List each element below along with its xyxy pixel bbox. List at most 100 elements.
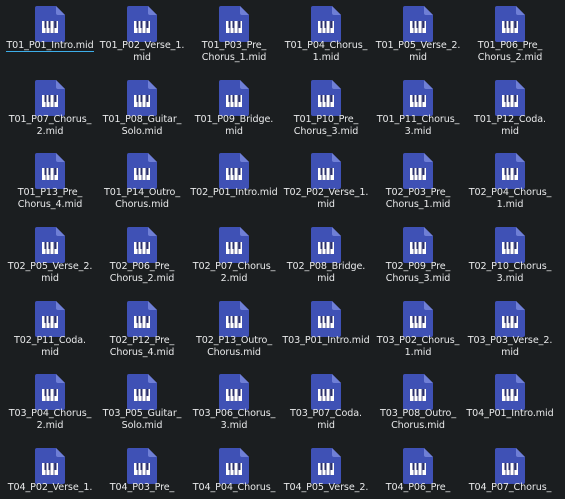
midi-file-icon <box>311 301 341 337</box>
file-name-label: T03_P05_Guitar_ Solo.mid <box>102 408 182 431</box>
midi-file-icon <box>311 374 341 410</box>
file-item[interactable]: T02_P01_Intro.mid <box>188 147 280 217</box>
file-name-label: T01_P01_Intro.mid <box>6 40 94 52</box>
file-name-label: T03_P02_Chorus_ 1.mid <box>376 335 460 358</box>
file-name-label: T02_P01_Intro.mid <box>190 187 278 198</box>
file-item[interactable]: T02_P11_Coda. mid <box>4 295 96 365</box>
file-name-label: T01_P07_Chorus_ 2.mid <box>8 114 92 137</box>
file-name-label: T04_P07_Chorus_ <box>468 482 552 493</box>
file-item[interactable]: T01_P03_Pre_ Chorus_1.mid <box>188 0 280 70</box>
midi-file-icon <box>311 6 341 42</box>
file-item[interactable]: T01_P04_Chorus_ 1.mid <box>280 0 372 70</box>
file-item[interactable]: T01_P09_Bridge. mid <box>188 74 280 144</box>
file-item[interactable]: T03_P05_Guitar_ Solo.mid <box>96 368 188 438</box>
file-item[interactable]: T02_P12_Pre_ Chorus_4.mid <box>96 295 188 365</box>
file-name-label: T02_P07_Chorus_ 2.mid <box>192 261 276 284</box>
file-name-label: T01_P05_Verse_2. mid <box>375 40 461 63</box>
file-item[interactable]: T04_P05_Verse_2. <box>280 442 372 499</box>
file-name-label: T01_P02_Verse_1. mid <box>99 40 185 63</box>
midi-file-icon <box>35 301 65 337</box>
file-item[interactable]: T01_P01_Intro.mid <box>4 0 96 70</box>
file-item[interactable]: T01_P02_Verse_1. mid <box>96 0 188 70</box>
midi-file-icon <box>127 80 157 116</box>
file-item[interactable]: T03_P06_Chorus_ 3.mid <box>188 368 280 438</box>
midi-file-icon <box>219 301 249 337</box>
file-item[interactable]: T02_P09_Pre_ Chorus_3.mid <box>372 221 464 291</box>
midi-file-icon <box>35 448 65 484</box>
file-item[interactable]: T01_P10_Pre_ Chorus_3.mid <box>280 74 372 144</box>
file-name-label: T02_P02_Verse_1. mid <box>283 187 369 210</box>
file-item[interactable]: T01_P06_Pre_ Chorus_2.mid <box>464 0 556 70</box>
file-name-label: T01_P09_Bridge. mid <box>194 114 274 137</box>
midi-file-icon <box>127 153 157 189</box>
midi-file-icon <box>311 153 341 189</box>
midi-file-icon <box>495 301 525 337</box>
midi-file-icon <box>219 80 249 116</box>
file-name-label: T02_P05_Verse_2. mid <box>7 261 93 284</box>
file-item[interactable]: T03_P07_Coda. mid <box>280 368 372 438</box>
file-name-label: T03_P07_Coda. mid <box>290 408 362 431</box>
midi-file-icon <box>495 448 525 484</box>
file-item[interactable]: T01_P08_Guitar_ Solo.mid <box>96 74 188 144</box>
midi-file-icon <box>403 227 433 263</box>
file-name-label: T01_P04_Chorus_ 1.mid <box>284 40 368 63</box>
file-name-label: T02_P04_Chorus_ 1.mid <box>468 187 552 210</box>
midi-file-icon <box>127 301 157 337</box>
file-item[interactable]: T04_P06_Pre_ <box>372 442 464 499</box>
midi-file-icon <box>311 227 341 263</box>
file-name-label: T04_P02_Verse_1. <box>7 482 93 493</box>
file-item[interactable]: T04_P03_Pre_ <box>96 442 188 499</box>
file-item[interactable]: T02_P04_Chorus_ 1.mid <box>464 147 556 217</box>
file-name-label: T03_P01_Intro.mid <box>282 335 370 346</box>
midi-file-icon <box>403 6 433 42</box>
file-name-label: T04_P05_Verse_2. <box>283 482 369 493</box>
file-item[interactable]: T02_P03_Pre_ Chorus_1.mid <box>372 147 464 217</box>
file-name-label: T04_P06_Pre_ <box>385 482 451 493</box>
file-item[interactable]: T04_P04_Chorus_ <box>188 442 280 499</box>
midi-file-icon <box>495 374 525 410</box>
file-item[interactable]: T03_P03_Verse_2. mid <box>464 295 556 365</box>
file-name-label: T02_P11_Coda. mid <box>14 335 86 358</box>
midi-file-icon <box>35 227 65 263</box>
midi-file-icon <box>35 153 65 189</box>
file-item[interactable]: T02_P05_Verse_2. mid <box>4 221 96 291</box>
file-name-label: T04_P04_Chorus_ <box>192 482 276 493</box>
file-name-label: T04_P01_Intro.mid <box>466 408 554 419</box>
file-name-label: T02_P08_Bridge. mid <box>286 261 366 284</box>
file-name-label: T01_P11_Chorus_ 3.mid <box>376 114 460 137</box>
file-item[interactable]: T01_P11_Chorus_ 3.mid <box>372 74 464 144</box>
file-item[interactable]: T01_P14_Outro_ Chorus.mid <box>96 147 188 217</box>
file-item[interactable]: T02_P13_Outro_ Chorus.mid <box>188 295 280 365</box>
midi-file-icon <box>311 80 341 116</box>
file-icon-grid: T01_P01_Intro.mid T01_P02_Verse_1. mid T01… <box>0 0 565 499</box>
file-item[interactable]: T01_P07_Chorus_ 2.mid <box>4 74 96 144</box>
file-item[interactable]: T02_P02_Verse_1. mid <box>280 147 372 217</box>
file-item[interactable]: T03_P04_Chorus_ 2.mid <box>4 368 96 438</box>
file-item[interactable]: T04_P01_Intro.mid <box>464 368 556 438</box>
file-name-label: T01_P12_Coda. mid <box>474 114 546 137</box>
file-item[interactable]: T02_P06_Pre_ Chorus_2.mid <box>96 221 188 291</box>
file-item[interactable]: T01_P05_Verse_2. mid <box>372 0 464 70</box>
file-item[interactable]: T01_P12_Coda. mid <box>464 74 556 144</box>
file-item[interactable]: T04_P07_Chorus_ <box>464 442 556 499</box>
file-item[interactable]: T03_P02_Chorus_ 1.mid <box>372 295 464 365</box>
file-name-label: T03_P03_Verse_2. mid <box>467 335 553 358</box>
file-item[interactable]: T04_P02_Verse_1. <box>4 442 96 499</box>
midi-file-icon <box>219 153 249 189</box>
midi-file-icon <box>495 153 525 189</box>
file-name-label: T01_P08_Guitar_ Solo.mid <box>102 114 182 137</box>
file-item[interactable]: T02_P10_Chorus_ 3.mid <box>464 221 556 291</box>
midi-file-icon <box>127 448 157 484</box>
file-item[interactable]: T03_P01_Intro.mid <box>280 295 372 365</box>
file-item[interactable]: T02_P08_Bridge. mid <box>280 221 372 291</box>
file-item[interactable]: T02_P07_Chorus_ 2.mid <box>188 221 280 291</box>
file-item[interactable]: T03_P08_Outro_ Chorus.mid <box>372 368 464 438</box>
file-name-label: T01_P03_Pre_ Chorus_1.mid <box>201 40 267 63</box>
midi-file-icon <box>311 448 341 484</box>
file-item[interactable]: T01_P13_Pre_ Chorus_4.mid <box>4 147 96 217</box>
midi-file-icon <box>403 80 433 116</box>
midi-file-icon <box>403 153 433 189</box>
midi-file-icon <box>35 80 65 116</box>
midi-file-icon <box>35 6 65 42</box>
midi-file-icon <box>127 6 157 42</box>
